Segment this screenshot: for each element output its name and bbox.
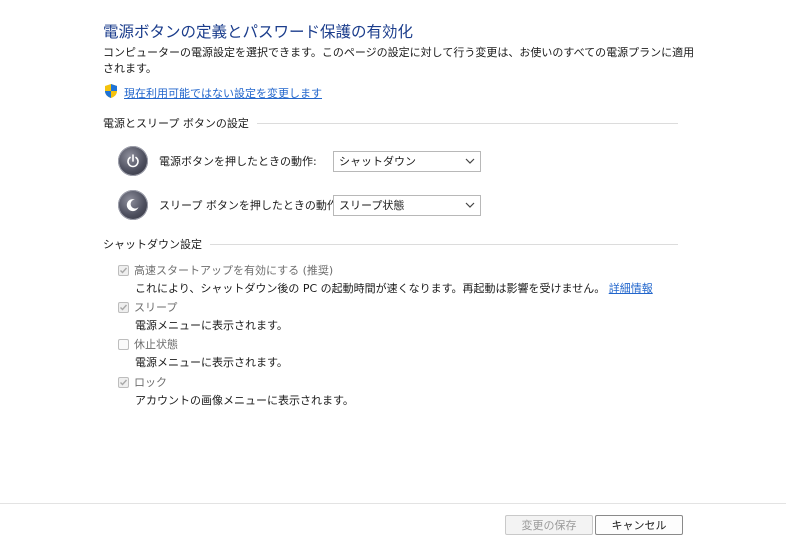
checkmark-icon (120, 304, 128, 311)
uac-shield-icon (103, 83, 119, 102)
sleep-button-label: スリープ ボタンを押したときの動作: (159, 199, 342, 212)
fast-startup-option: 高速スタートアップを有効にする (推奨) これにより、シャットダウン後の PC … (118, 262, 653, 296)
hibernate-checkbox[interactable] (118, 338, 129, 350)
chevron-down-icon (460, 158, 480, 164)
power-button-action-value: シャットダウン (339, 155, 416, 168)
change-link-text[interactable]: 現在利用可能ではない設定を変更します (124, 85, 322, 101)
change-unavailable-settings-link[interactable]: 現在利用可能ではない設定を変更します (103, 83, 322, 102)
shutdown-settings-section-header: シャットダウン設定 (103, 236, 678, 252)
fast-startup-description: これにより、シャットダウン後の PC の起動時間が速くなります。再起動は影響を受… (135, 282, 606, 295)
section-heading: シャットダウン設定 (103, 238, 202, 251)
hibernate-option: 休止状態 電源メニューに表示されます。 (118, 336, 288, 370)
power-button-label: 電源ボタンを押したときの動作: (159, 155, 317, 168)
sleep-option: スリープ 電源メニューに表示されます。 (118, 299, 288, 333)
section-divider (210, 243, 678, 245)
cancel-button[interactable]: キャンセル (595, 515, 683, 535)
sleep-option-label: スリープ (134, 301, 178, 314)
sleep-button-action-select[interactable]: スリープ状態 (333, 194, 481, 216)
save-changes-button[interactable]: 変更の保存 (505, 515, 593, 535)
sleep-button-row: スリープ ボタンを押したときの動作: スリープ状態 (118, 190, 481, 220)
sleep-option-description: 電源メニューに表示されます。 (135, 319, 288, 332)
hibernate-option-label: 休止状態 (134, 338, 178, 351)
sleep-button-action-value: スリープ状態 (339, 199, 405, 212)
power-button-row: 電源ボタンを押したときの動作: シャットダウン (118, 146, 481, 176)
page-description: コンピューターの電源設定を選択できます。このページの設定に対して行う変更は、お使… (103, 46, 695, 75)
sleep-checkbox[interactable] (118, 301, 129, 313)
lock-option: ロック アカウントの画像メニューに表示されます。 (118, 374, 354, 408)
power-buttons-section-header: 電源とスリープ ボタンの設定 (103, 115, 678, 131)
lock-checkbox[interactable] (118, 376, 129, 388)
checkmark-icon (120, 267, 128, 274)
chevron-down-icon (460, 202, 480, 208)
footer-divider (0, 503, 786, 504)
lock-option-label: ロック (134, 376, 167, 389)
power-icon (118, 146, 148, 176)
section-divider (256, 122, 678, 124)
fast-startup-label: 高速スタートアップを有効にする (推奨) (134, 264, 334, 277)
section-heading: 電源とスリープ ボタンの設定 (103, 117, 249, 130)
sleep-icon (118, 190, 148, 220)
more-info-link[interactable]: 詳細情報 (609, 282, 653, 295)
checkmark-icon (120, 379, 128, 386)
page-title: 電源ボタンの定義とパスワード保護の有効化 (103, 23, 414, 41)
lock-option-description: アカウントの画像メニューに表示されます。 (135, 394, 354, 407)
power-button-action-select[interactable]: シャットダウン (333, 150, 481, 172)
hibernate-option-description: 電源メニューに表示されます。 (135, 356, 288, 369)
fast-startup-checkbox[interactable] (118, 264, 129, 276)
